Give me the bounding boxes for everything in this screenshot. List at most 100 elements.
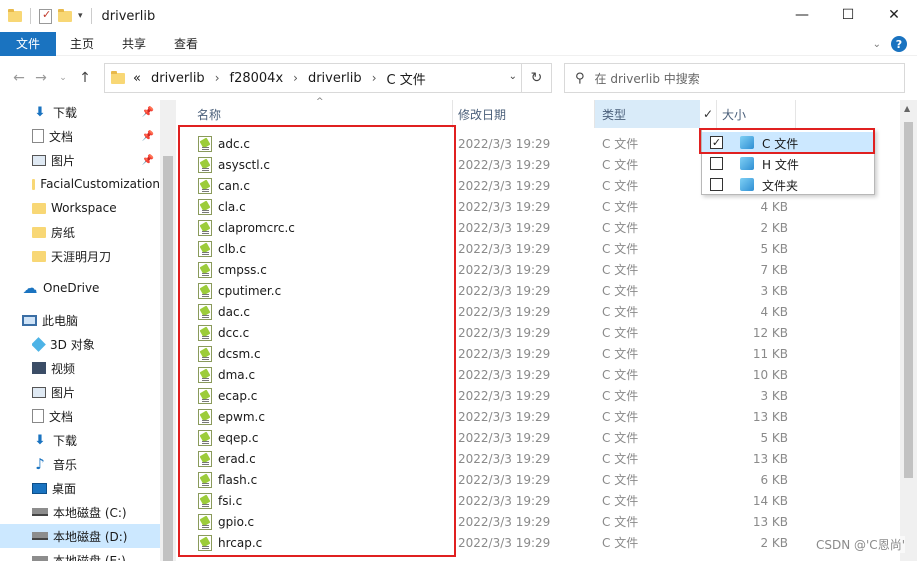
sidebar-item-workspace[interactable]: Workspace	[32, 196, 160, 220]
search-box[interactable]: ⚲ 在 driverlib 中搜索	[564, 63, 905, 93]
address-bar[interactable]: « driverlib › f28004x › driverlib › C 文件…	[104, 63, 552, 93]
properties-icon[interactable]	[39, 8, 52, 24]
file-list-scrollbar[interactable]: ▲	[900, 100, 917, 561]
file-row[interactable]: cputimer.c 2022/3/3 19:29 C 文件 3 KB	[180, 280, 800, 301]
pin-icon: 📌	[141, 130, 154, 142]
sidebar-item-this-pc[interactable]: 此电脑	[22, 308, 160, 332]
file-row[interactable]: ecap.c 2022/3/3 19:29 C 文件 3 KB	[180, 385, 800, 406]
breadcrumb-c-files[interactable]: C 文件	[387, 69, 426, 88]
column-divider[interactable]	[795, 100, 796, 128]
help-icon[interactable]: ?	[891, 36, 907, 52]
type-filter-popup: ✓ C 文件 H 文件 文件夹	[701, 129, 875, 195]
new-folder-icon[interactable]	[58, 8, 72, 22]
file-row[interactable]: clapromcrc.c 2022/3/3 19:29 C 文件 2 KB	[180, 217, 800, 238]
column-header-name[interactable]: 名称	[180, 100, 450, 128]
file-row[interactable]: erad.c 2022/3/3 19:29 C 文件 13 KB	[180, 448, 800, 469]
tab-share[interactable]: 共享	[108, 35, 160, 52]
file-modified-date: 2022/3/3 19:29	[458, 346, 551, 361]
sidebar-item-downloads-pinned[interactable]: ⬇ 下载 📌	[32, 100, 160, 124]
customize-toolbar-chevron-icon[interactable]: ▾	[78, 11, 83, 21]
file-name: cputimer.c	[218, 283, 282, 298]
sidebar-item-drive-d[interactable]: 本地磁盘 (D:)	[0, 524, 160, 548]
file-row[interactable]: cla.c 2022/3/3 19:29 C 文件 4 KB	[180, 196, 800, 217]
sidebar-item-videos[interactable]: 视频	[32, 356, 160, 380]
sidebar-item-drive-c[interactable]: 本地磁盘 (C:)	[32, 500, 160, 524]
scrollbar-thumb[interactable]	[163, 156, 173, 561]
filter-checkbox[interactable]	[710, 178, 723, 191]
sidebar-item-desktop[interactable]: 桌面	[32, 476, 160, 500]
maximize-button[interactable]: ☐	[825, 0, 871, 30]
file-row[interactable]: cmpss.c 2022/3/3 19:29 C 文件 7 KB	[180, 259, 800, 280]
sidebar-item-documents[interactable]: 文档	[32, 404, 160, 428]
file-row[interactable]: fsi.c 2022/3/3 19:29 C 文件 14 KB	[180, 490, 800, 511]
folder-icon[interactable]	[8, 8, 22, 22]
file-row[interactable]: dcc.c 2022/3/3 19:29 C 文件 12 KB	[180, 322, 800, 343]
tab-view[interactable]: 查看	[160, 35, 212, 52]
sidebar-item-fangzhi[interactable]: 房纸	[32, 220, 160, 244]
file-name: gpio.c	[218, 514, 255, 529]
breadcrumb-separator-icon[interactable]: ›	[293, 71, 298, 85]
file-modified-date: 2022/3/3 19:29	[458, 493, 551, 508]
tab-home[interactable]: 主页	[56, 35, 108, 52]
column-header-size[interactable]: 大小	[717, 100, 795, 128]
filter-dropdown-chevron-icon[interactable]: ✓	[700, 100, 716, 128]
up-arrow-icon[interactable]: ↑	[76, 70, 94, 86]
sidebar-item-drive-e[interactable]: 本地磁盘 (E:)	[32, 548, 160, 561]
filter-checkbox[interactable]: ✓	[710, 136, 723, 149]
file-row[interactable]: dcsm.c 2022/3/3 19:29 C 文件 11 KB	[180, 343, 800, 364]
scroll-up-arrow-icon[interactable]: ▲	[904, 104, 910, 113]
breadcrumb-f28004x[interactable]: f28004x	[230, 71, 284, 86]
file-row[interactable]: hrcap.c 2022/3/3 19:29 C 文件 2 KB	[180, 532, 800, 553]
column-header-label: 大小	[722, 107, 747, 122]
breadcrumb-overflow[interactable]: «	[133, 71, 141, 86]
sidebar-item-pictures[interactable]: 图片	[32, 380, 160, 404]
file-type: C 文件	[602, 347, 639, 361]
sidebar-item-3d-objects[interactable]: 3D 对象	[32, 332, 160, 356]
file-row[interactable]: dma.c 2022/3/3 19:29 C 文件 10 KB	[180, 364, 800, 385]
file-size: 2 KB	[760, 220, 788, 235]
breadcrumb-separator-icon[interactable]: ›	[372, 71, 377, 85]
expand-ribbon-chevron-icon[interactable]: ⌄	[873, 39, 881, 50]
drive-icon	[32, 508, 48, 516]
filter-checkbox[interactable]	[710, 157, 723, 170]
sidebar-item-documents-pinned[interactable]: 文档 📌	[32, 124, 160, 148]
sidebar-item-onedrive[interactable]: ☁ OneDrive	[22, 276, 160, 300]
sidebar-item-tianya[interactable]: 天涯明月刀	[32, 244, 160, 268]
filter-option-c-files[interactable]: ✓ C 文件	[702, 132, 874, 153]
file-row[interactable]: eqep.c 2022/3/3 19:29 C 文件 5 KB	[180, 427, 800, 448]
column-header-type[interactable]: 类型	[595, 100, 700, 128]
file-row[interactable]: dac.c 2022/3/3 19:29 C 文件 4 KB	[180, 301, 800, 322]
sidebar-item-label: 文档	[49, 129, 74, 144]
file-name: dac.c	[218, 304, 250, 319]
refresh-icon[interactable]: ↻	[521, 64, 551, 92]
toolbar-separator	[30, 8, 31, 24]
sidebar-item-downloads[interactable]: ⬇ 下载	[32, 428, 160, 452]
breadcrumb-separator-icon[interactable]: ›	[215, 71, 220, 85]
sidebar-item-facialcustomization[interactable]: FacialCustomization	[32, 172, 160, 196]
breadcrumb-driverlib[interactable]: driverlib	[308, 71, 362, 86]
scrollbar-thumb[interactable]	[904, 122, 913, 478]
tab-file[interactable]: 文件	[0, 31, 56, 56]
back-arrow-icon[interactable]: ←	[10, 70, 28, 86]
file-row[interactable]: epwm.c 2022/3/3 19:29 C 文件 13 KB	[180, 406, 800, 427]
close-button[interactable]: ✕	[871, 0, 917, 30]
recent-locations-chevron-icon[interactable]: ⌄	[54, 73, 72, 83]
navigation-pane-scrollbar[interactable]	[160, 100, 176, 561]
forward-arrow-icon[interactable]: →	[32, 70, 50, 86]
search-icon: ⚲	[575, 70, 585, 86]
address-history-chevron-icon[interactable]: ⌄	[509, 71, 517, 82]
breadcrumb-driverlib-root[interactable]: driverlib	[151, 71, 205, 86]
filter-option-h-files[interactable]: H 文件	[702, 153, 874, 174]
file-row[interactable]: clb.c 2022/3/3 19:29 C 文件 5 KB	[180, 238, 800, 259]
filter-option-label: 文件夹	[762, 179, 799, 193]
file-row[interactable]: flash.c 2022/3/3 19:29 C 文件 6 KB	[180, 469, 800, 490]
file-type: C 文件	[602, 284, 639, 298]
sidebar-item-label: 文档	[49, 409, 74, 424]
column-header-date[interactable]: 修改日期	[453, 100, 593, 128]
file-row[interactable]: gpio.c 2022/3/3 19:29 C 文件 13 KB	[180, 511, 800, 532]
minimize-button[interactable]: —	[779, 0, 825, 30]
music-icon: ♪	[35, 455, 45, 473]
sidebar-item-pictures-pinned[interactable]: 图片 📌	[32, 148, 160, 172]
filter-option-folder[interactable]: 文件夹	[702, 174, 874, 195]
sidebar-item-music[interactable]: ♪ 音乐	[32, 452, 160, 476]
